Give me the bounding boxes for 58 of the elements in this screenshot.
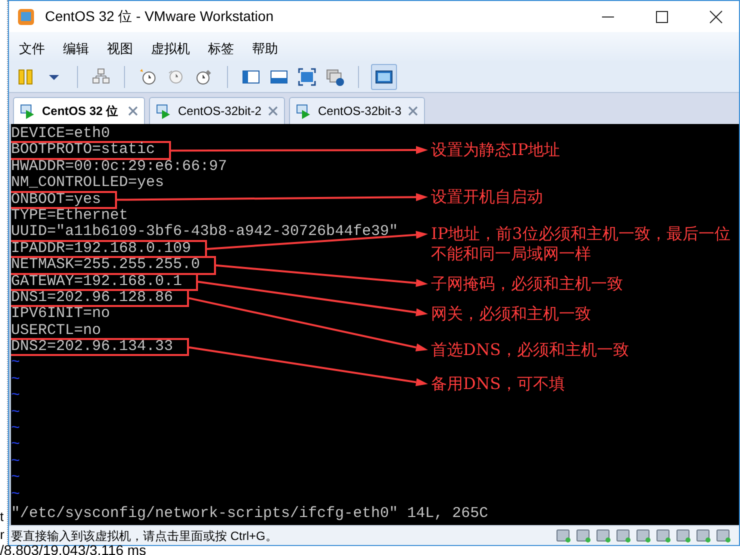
- background-text: t: [0, 508, 5, 526]
- vm-tab[interactable]: CentOS-32bit-3: [289, 97, 425, 124]
- config-line: HWADDR=00:0c:29:e6:66:97: [11, 158, 228, 175]
- annotation-note: 设置开机自启动: [431, 187, 544, 207]
- annotation-note: 子网掩码，必须和主机一致: [431, 274, 624, 294]
- empty-line-marker: ~: [11, 486, 20, 503]
- annotation-note: 设置为静态IP地址: [431, 140, 562, 160]
- terminal-screen[interactable]: [9, 124, 739, 525]
- toolbar-button[interactable]: [371, 64, 397, 90]
- annotation-note: 首选DNS，必须和主机一致: [431, 340, 630, 360]
- background-text: /8.803/19.043/3.116 ms: [0, 546, 148, 555]
- device-icon[interactable]: [656, 528, 671, 543]
- annotation-note: 备用DNS，可不填: [431, 374, 566, 394]
- menu-item[interactable]: 编辑: [63, 38, 89, 58]
- window-title: CentOS 32 位 - VMware Workstation: [45, 7, 274, 26]
- config-line: USERCTL=no: [11, 322, 102, 339]
- empty-line-marker: ~: [11, 469, 20, 486]
- vm-running-icon: [156, 103, 172, 119]
- vm-tab[interactable]: CentOS-32bit-2: [149, 97, 285, 124]
- editor-status-line: "/etc/sysconfig/network-scripts/ifcfg-eth0" 14L, 265C: [11, 506, 488, 522]
- annotation-note: 网关，必须和主机一致: [431, 304, 592, 324]
- config-line: DEVICE=eth0: [11, 125, 110, 142]
- menu-item[interactable]: 帮助: [252, 38, 278, 58]
- fullscreen-icon: [297, 67, 317, 87]
- empty-line-marker: ~: [11, 387, 20, 404]
- device-icon[interactable]: [616, 528, 631, 543]
- config-line: NM_CONTROLLED=yes: [11, 174, 164, 192]
- config-line: UUID="a11b6109-3bf6-43b8-a942-30726b44fe39": [11, 223, 398, 240]
- empty-line-marker: ~: [11, 404, 20, 421]
- caret-icon: [49, 74, 59, 80]
- menu-item[interactable]: 标签: [208, 38, 234, 58]
- device-icon[interactable]: [556, 528, 571, 543]
- menu-item[interactable]: 虚拟机: [151, 38, 190, 58]
- status-message: 要直接输入到该虚拟机，请点击里面或按 Ctrl+G。: [10, 528, 278, 544]
- vm-running-icon: [20, 103, 36, 119]
- vm-running-icon: [296, 103, 312, 119]
- maximize-icon[interactable]: [655, 10, 669, 24]
- app-icon: [17, 8, 35, 26]
- empty-line-marker: ~: [11, 436, 20, 454]
- empty-line-marker: ~: [11, 420, 20, 438]
- vm-tab[interactable]: CentOS 32 位: [13, 97, 145, 124]
- device-icon[interactable]: [636, 528, 651, 543]
- annotation-note: IP地址，前3位必须和主机一致，最后一位不能和同一局域网一样: [431, 224, 731, 264]
- device-icon[interactable]: [576, 528, 591, 543]
- empty-line-marker: ~: [11, 452, 20, 470]
- menu-item[interactable]: 视图: [107, 38, 133, 58]
- clock-icon: [138, 67, 158, 87]
- empty-line-marker: ~: [11, 354, 20, 372]
- device-icon[interactable]: [696, 528, 711, 543]
- background-text: r: [0, 526, 6, 544]
- config-line: IPV6INIT=no: [11, 305, 110, 322]
- device-icon[interactable]: [596, 528, 611, 543]
- empty-line-marker: ~: [11, 370, 20, 388]
- menu-item[interactable]: 文件: [19, 38, 45, 58]
- config-line: TYPE=Ethernet: [11, 206, 128, 224]
- device-icon[interactable]: [676, 528, 691, 543]
- device-icon[interactable]: [716, 528, 731, 543]
- close-icon[interactable]: [709, 10, 723, 24]
